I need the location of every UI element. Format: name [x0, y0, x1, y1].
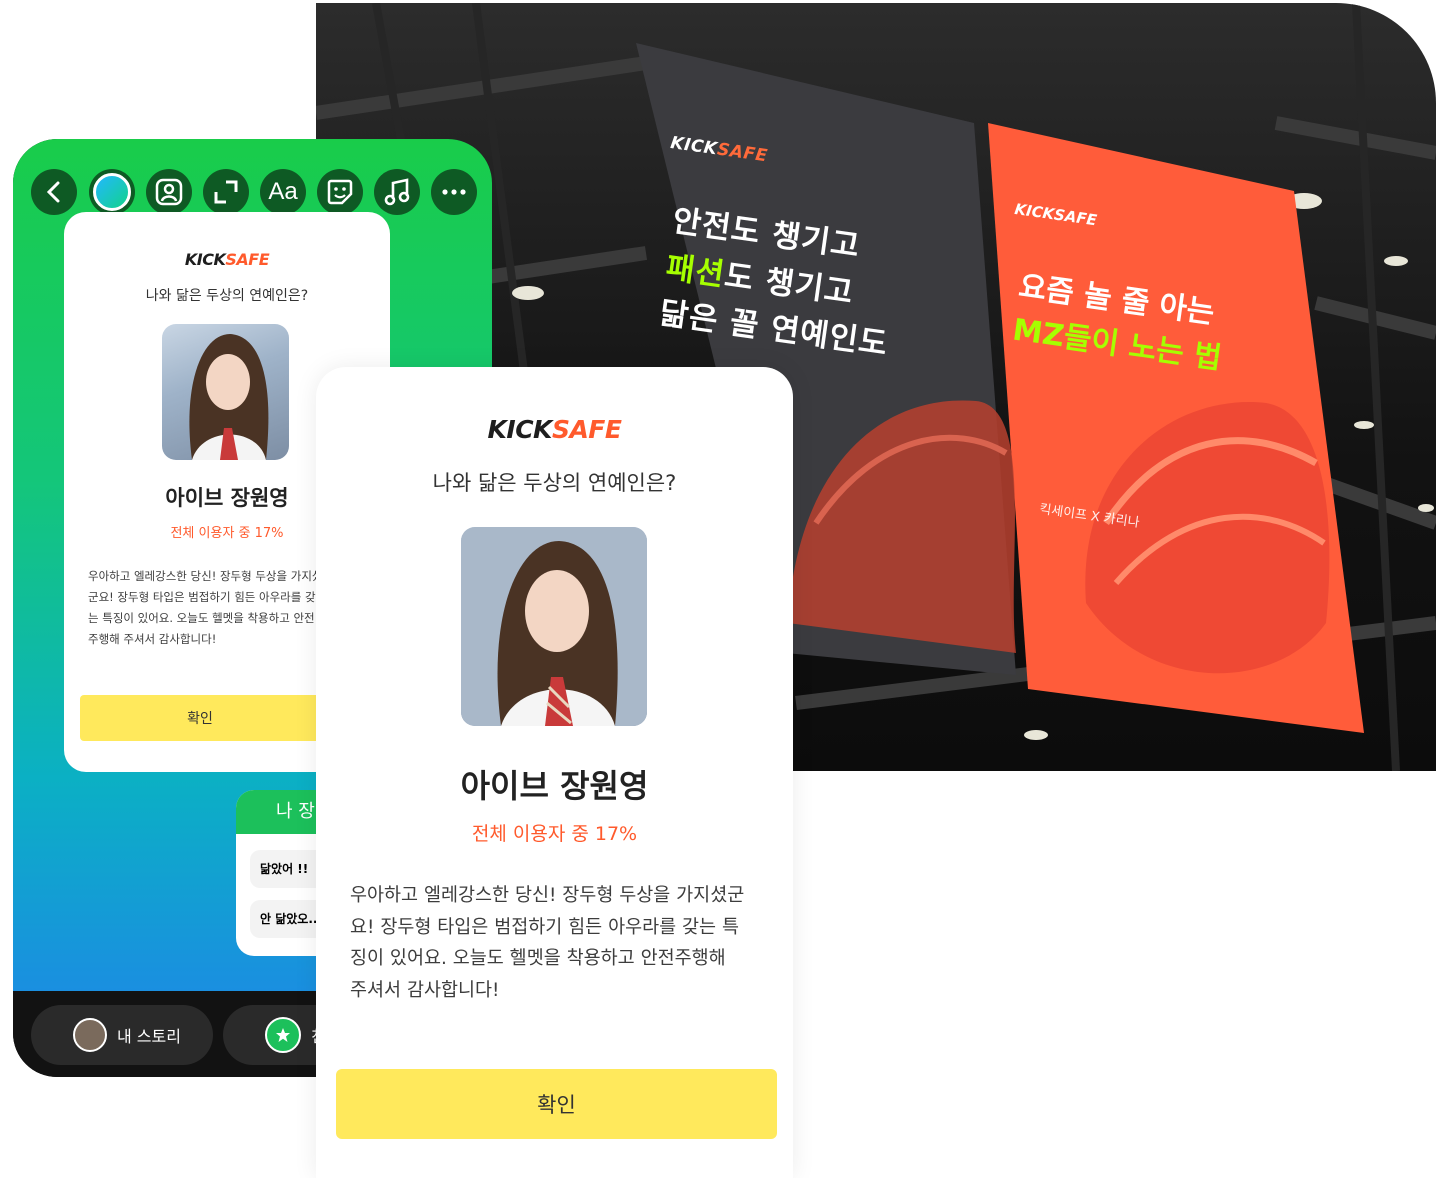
result-question: 나와 닮은 두상의 연예인은? — [432, 471, 677, 495]
resize-icon[interactable] — [203, 169, 249, 215]
result-name: 아이브 장원영 — [460, 767, 649, 805]
story-card-confirm-button[interactable]: 확인 — [80, 695, 320, 741]
confirm-button[interactable]: 확인 — [336, 1069, 777, 1139]
result-logo: KICKSAFE — [487, 415, 622, 444]
story-card-portrait — [162, 324, 289, 460]
color-picker-icon[interactable] — [89, 169, 135, 215]
my-story-label: 내 스토리 — [117, 1027, 181, 1046]
avatar — [73, 1018, 107, 1052]
story-toolbar: Aa — [31, 169, 491, 217]
story-card-description: 우아하고 엘레강스한 당신! 장두형 두상을 가지셨군요! 장두형 타입은 범접… — [88, 569, 323, 646]
result-percent: 전체 이용자 중 17% — [471, 823, 638, 845]
portrait-icon[interactable] — [146, 169, 192, 215]
story-card-logo: KICKSAFE — [184, 250, 270, 269]
sticker-icon[interactable] — [317, 169, 363, 215]
result-portrait — [461, 527, 647, 726]
music-icon[interactable] — [374, 169, 420, 215]
story-card-question: 나와 닮은 두상의 연예인은? — [145, 288, 309, 304]
result-card: KICKSAFE 나와 닮은 두상의 연예인은? 아이브 장원영 전체 이용자 … — [316, 367, 793, 1178]
star-icon — [265, 1017, 301, 1053]
text-icon[interactable]: Aa — [260, 169, 306, 215]
more-icon[interactable] — [431, 169, 477, 215]
back-icon[interactable] — [31, 169, 77, 215]
my-story-button[interactable]: 내 스토리 — [31, 1005, 213, 1065]
result-description: 우아하고 엘레강스한 당신! 장두형 두상을 가지셨군 요! 장두형 타입은 범… — [350, 885, 745, 1001]
